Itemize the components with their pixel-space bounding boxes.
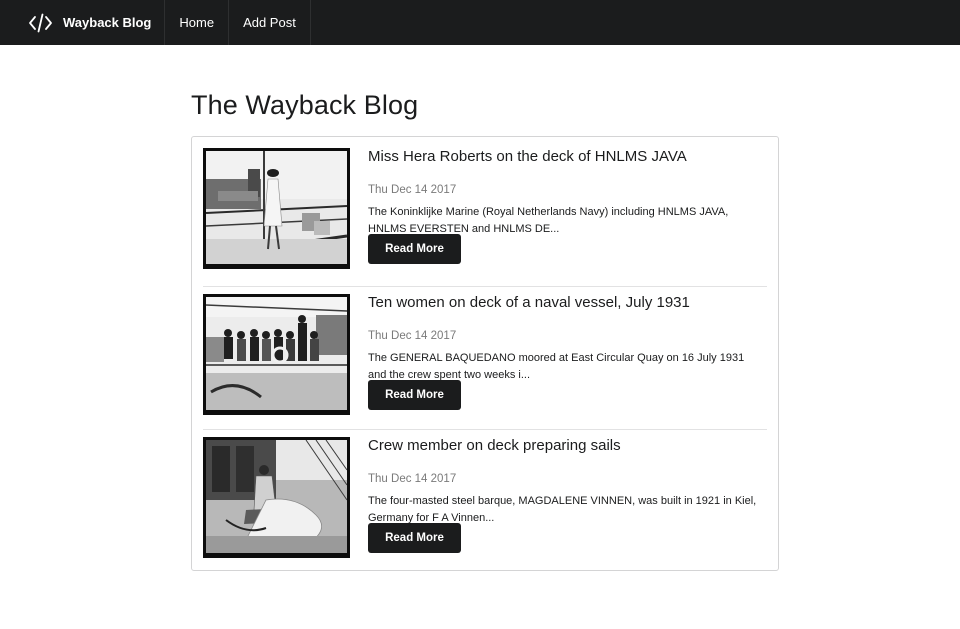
nav-add-post-link[interactable]: Add Post bbox=[229, 0, 311, 45]
post-title[interactable]: Ten women on deck of a naval vessel, Jul… bbox=[368, 294, 690, 311]
read-more-button[interactable]: Read More bbox=[368, 234, 461, 264]
post-item: Crew member on deck preparing sails Thu … bbox=[203, 429, 767, 561]
read-more-button[interactable]: Read More bbox=[368, 523, 461, 553]
code-icon bbox=[29, 13, 52, 32]
post-date: Thu Dec 14 2017 bbox=[368, 330, 457, 342]
page-title: The Wayback Blog bbox=[191, 90, 419, 120]
post-date: Thu Dec 14 2017 bbox=[368, 184, 457, 196]
read-more-button[interactable]: Read More bbox=[368, 380, 461, 410]
nav-home-link[interactable]: Home bbox=[165, 0, 230, 45]
post-thumbnail[interactable] bbox=[203, 294, 350, 415]
post-item: Miss Hera Roberts on the deck of HNLMS J… bbox=[203, 148, 767, 272]
post-title[interactable]: Miss Hera Roberts on the deck of HNLMS J… bbox=[368, 148, 687, 165]
post-excerpt: The four-masted steel barque, MAGDALENE … bbox=[368, 495, 757, 524]
brand-name: Wayback Blog bbox=[63, 15, 152, 30]
post-excerpt: The Koninklijke Marine (Royal Netherland… bbox=[368, 206, 729, 235]
post-thumbnail[interactable] bbox=[203, 437, 350, 558]
post-title[interactable]: Crew member on deck preparing sails bbox=[368, 437, 621, 454]
post-thumbnail[interactable] bbox=[203, 148, 350, 269]
post-list: Miss Hera Roberts on the deck of HNLMS J… bbox=[191, 136, 779, 571]
post-item: Ten women on deck of a naval vessel, Jul… bbox=[203, 286, 767, 418]
post-date: Thu Dec 14 2017 bbox=[368, 473, 457, 485]
post-excerpt: The GENERAL BAQUEDANO moored at East Cir… bbox=[368, 352, 745, 381]
brand-link[interactable]: Wayback Blog bbox=[0, 0, 166, 45]
top-navbar: Wayback Blog Home Add Post bbox=[0, 0, 960, 45]
